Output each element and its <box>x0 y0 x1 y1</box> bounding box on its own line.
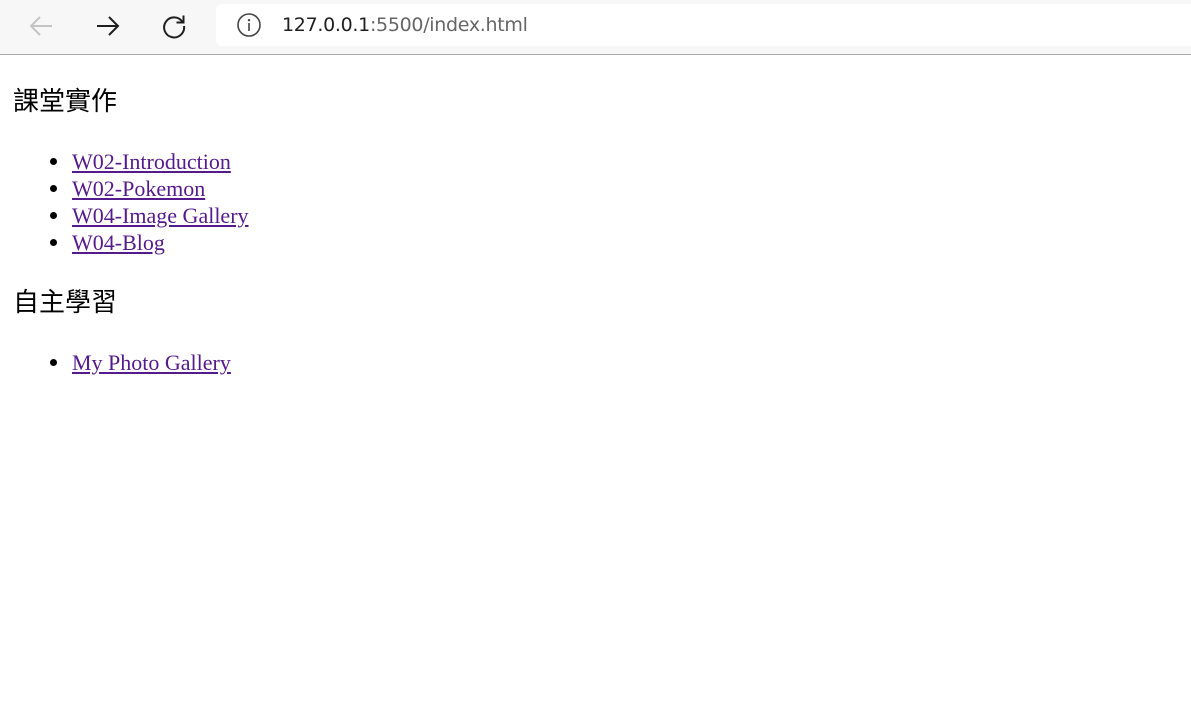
info-icon[interactable] <box>236 12 262 38</box>
arrow-left-icon <box>29 16 52 36</box>
list-item: W02-Introduction <box>0 148 249 175</box>
url-text[interactable]: 127.0.0.1:5500/index.html <box>282 14 528 36</box>
list-item: W04-Blog <box>0 229 249 256</box>
browser-toolbar: 127.0.0.1:5500/index.html <box>0 0 1191 55</box>
back-button[interactable] <box>21 7 61 45</box>
link-w04-image-gallery[interactable]: W04-Image Gallery <box>72 203 249 228</box>
address-bar[interactable]: 127.0.0.1:5500/index.html <box>216 4 1191 46</box>
url-path: :5500/index.html <box>369 14 528 36</box>
bullet-icon <box>50 359 57 366</box>
list-item: W04-Image Gallery <box>0 202 249 229</box>
reload-icon <box>163 15 186 39</box>
bullet-icon <box>50 185 57 192</box>
arrow-right-icon <box>97 16 120 36</box>
link-my-photo-gallery[interactable]: My Photo Gallery <box>72 350 231 375</box>
link-w02-pokemon[interactable]: W02-Pokemon <box>72 176 205 201</box>
bullet-icon <box>50 158 57 165</box>
bullet-icon <box>50 239 57 246</box>
page-content: 課堂實作 W02-Introduction W02-Pokemon W04-Im… <box>0 55 1191 708</box>
section-heading-self-study: 自主學習 <box>13 288 118 318</box>
list-item: W02-Pokemon <box>0 175 249 202</box>
url-host: 127.0.0.1 <box>282 14 370 36</box>
list-item: My Photo Gallery <box>0 349 231 376</box>
reload-button[interactable] <box>154 7 194 45</box>
section-heading-classwork: 課堂實作 <box>13 87 118 117</box>
bullet-icon <box>50 212 57 219</box>
link-w02-introduction[interactable]: W02-Introduction <box>72 149 231 174</box>
self-study-list: My Photo Gallery <box>0 349 231 376</box>
link-w04-blog[interactable]: W04-Blog <box>72 230 165 255</box>
forward-button[interactable] <box>88 7 128 45</box>
classwork-list: W02-Introduction W02-Pokemon W04-Image G… <box>0 148 249 256</box>
